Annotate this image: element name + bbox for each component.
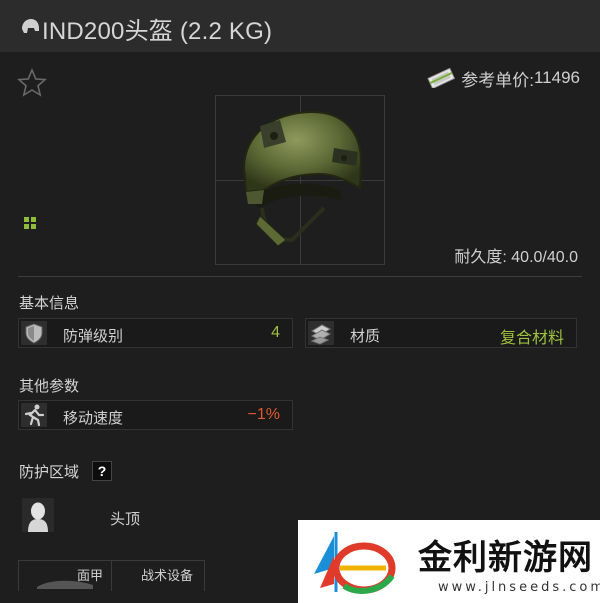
item-image-frame: [215, 95, 385, 265]
face-shield-icon: [37, 580, 93, 589]
running-icon: [21, 403, 47, 427]
title-bar: IND200头盔 (2.2 KG): [0, 0, 600, 53]
move-speed-value: −1%: [247, 406, 280, 423]
move-speed-stat: 移动速度 −1%: [18, 400, 293, 430]
material-icon: [308, 321, 334, 345]
section-basic-info: 基本信息: [19, 295, 80, 312]
money-icon: [427, 68, 456, 88]
tab-tactical[interactable]: 战术设备: [141, 565, 193, 584]
section-other-params: 其他参数: [19, 378, 80, 395]
move-speed-label: 移动速度: [63, 410, 124, 427]
item-title: IND200头盔 (2.2 KG): [42, 18, 273, 45]
material-stat: 材质 复合材料: [305, 318, 577, 348]
helmet-icon: [22, 19, 39, 33]
site-logo: [314, 532, 396, 594]
material-label: 材质: [350, 328, 381, 345]
price-label: 参考单价:: [461, 70, 534, 90]
reference-price: 参考单价: 11496: [427, 67, 580, 90]
price-value: 11496: [533, 68, 580, 87]
armor-class-stat: 防弹级别 4: [18, 318, 293, 348]
star-icon[interactable]: [17, 68, 47, 98]
protection-tabs: 面甲 战术设备: [18, 560, 205, 591]
divider: [18, 276, 582, 277]
watermark: 金利新游网 www.jlnseeds.com: [298, 520, 600, 603]
durability-value: 40.0/40.0: [511, 249, 578, 266]
section-protection: 防护区域: [19, 464, 80, 481]
shield-icon: [21, 321, 47, 345]
material-value: 复合材料: [499, 330, 564, 347]
helmet-image: [242, 110, 363, 247]
watermark-title: 金利新游网: [418, 538, 593, 578]
zone-label: 头顶: [110, 511, 141, 528]
armor-class-label: 防弹级别: [63, 328, 124, 345]
durability: 耐久度: 40.0/40.0: [454, 243, 578, 267]
watermark-url: www.jlnseeds.com: [438, 580, 600, 595]
grid-icon: [24, 217, 36, 229]
head-icon: [22, 498, 54, 532]
durability-label: 耐久度:: [454, 249, 507, 266]
help-icon[interactable]: ?: [92, 461, 112, 481]
armor-class-value: 4: [271, 324, 280, 341]
